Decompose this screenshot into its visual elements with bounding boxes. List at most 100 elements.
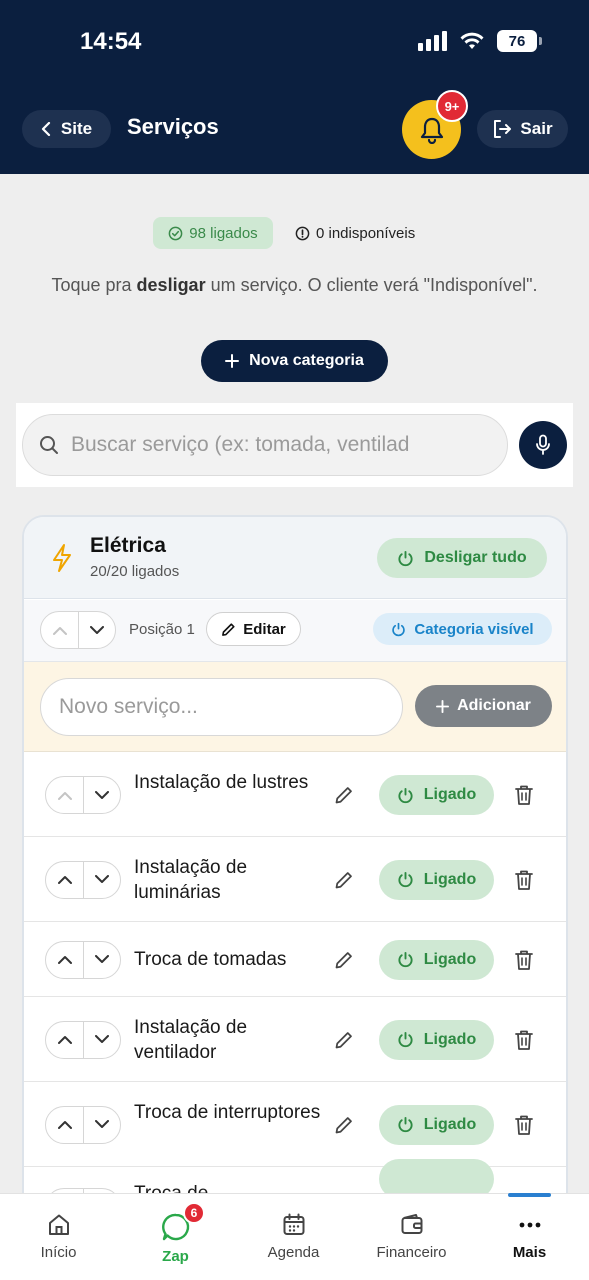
notification-badge: 9+ <box>436 90 468 122</box>
move-up-button[interactable] <box>46 777 83 813</box>
service-order-stepper <box>45 860 121 899</box>
new-category-button[interactable]: Nova categoria <box>201 340 388 382</box>
category-visible-label: Categoria visível <box>414 620 534 638</box>
service-row: Instalação de ventilador Ligado <box>24 997 566 1082</box>
nav-agenda[interactable]: Agenda <box>235 1194 352 1280</box>
category-count: 20/20 ligados <box>90 563 180 580</box>
power-icon <box>392 622 406 636</box>
move-down-button[interactable] <box>83 941 120 978</box>
unavailable-label: 0 indisponíveis <box>316 224 416 242</box>
back-to-site-button[interactable]: Site <box>22 110 111 148</box>
pencil-icon[interactable] <box>334 785 354 805</box>
signal-icon <box>418 31 447 51</box>
service-name: Instalação de ventilador <box>134 1016 248 1063</box>
nav-zap[interactable]: Zap 6 <box>117 1194 234 1280</box>
chevron-down-icon <box>95 875 109 883</box>
pencil-icon[interactable] <box>334 1115 354 1135</box>
plus-icon <box>436 699 450 713</box>
move-up-button[interactable] <box>46 1107 83 1143</box>
service-status-label: Ligado <box>423 950 477 968</box>
trash-icon[interactable] <box>514 784 534 806</box>
instruction-text: Toque pra desligar um serviço. O cliente… <box>40 272 549 299</box>
on-count-label: 98 ligados <box>189 224 258 242</box>
plus-icon <box>225 354 240 368</box>
chevron-down-icon <box>90 625 104 634</box>
service-status-toggle[interactable]: Ligado <box>379 1104 494 1145</box>
chevron-up-icon <box>57 791 72 800</box>
turn-off-all-button[interactable]: Desligar tudo <box>377 538 547 578</box>
service-status-toggle[interactable]: Ligado <box>379 1019 494 1060</box>
nav-label: Início <box>40 1244 77 1261</box>
move-down-button[interactable] <box>83 777 120 813</box>
service-order-stepper <box>45 940 121 979</box>
category-visible-toggle[interactable]: Categoria visível <box>373 613 552 645</box>
category-order-stepper <box>40 611 116 649</box>
move-down-button[interactable] <box>83 1021 120 1058</box>
move-up-button[interactable] <box>41 612 78 648</box>
new-category-label: Nova categoria <box>249 352 364 369</box>
service-order-stepper <box>45 776 121 814</box>
chevron-up-icon <box>57 876 72 884</box>
chevron-up-icon <box>57 1036 72 1044</box>
service-row: Instalação de lustres Ligado <box>24 753 566 837</box>
chevron-up-icon <box>57 956 72 964</box>
service-row: Troca de tomadas Ligado <box>24 922 566 997</box>
logout-button[interactable]: Sair <box>477 110 568 148</box>
nav-label: Zap <box>162 1248 189 1265</box>
pencil-icon[interactable] <box>334 950 354 970</box>
power-icon <box>398 1031 413 1048</box>
service-status-label: Ligado <box>423 786 477 803</box>
add-service-row: Adicionar <box>24 662 566 752</box>
service-row: Troca de interruptores Ligado <box>24 1082 566 1167</box>
chevron-down-icon <box>95 790 109 799</box>
service-status-label: Ligado <box>423 870 477 888</box>
voice-search-button[interactable] <box>519 421 567 469</box>
bell-icon <box>420 117 443 144</box>
service-name: Instalação de lustres <box>134 772 309 793</box>
category-title: Elétrica <box>90 534 166 557</box>
power-icon <box>398 1116 413 1133</box>
chevron-down-icon <box>95 1120 109 1128</box>
trash-icon[interactable] <box>514 1114 534 1136</box>
calendar-icon <box>283 1213 304 1235</box>
position-label: Posição 1 <box>129 621 195 638</box>
move-down-button[interactable] <box>83 861 120 898</box>
wallet-icon <box>401 1214 422 1234</box>
move-down-button[interactable] <box>78 612 115 648</box>
add-label: Adicionar <box>457 697 531 714</box>
lightning-icon <box>53 544 71 572</box>
service-name: Instalação de luminárias <box>134 856 248 903</box>
new-service-input[interactable] <box>40 678 403 736</box>
active-tab-indicator <box>508 1193 551 1197</box>
search-field[interactable] <box>22 414 508 476</box>
move-down-button[interactable] <box>83 1106 120 1143</box>
service-status-toggle[interactable]: Ligado <box>379 859 494 900</box>
nav-financeiro[interactable]: Financeiro <box>353 1194 470 1280</box>
pencil-icon[interactable] <box>334 870 354 890</box>
edit-category-button[interactable]: Editar <box>206 612 301 646</box>
service-order-stepper <box>45 1105 121 1144</box>
service-order-stepper <box>45 1020 121 1059</box>
turn-off-all-label: Desligar tudo <box>424 549 527 566</box>
power-icon <box>398 787 413 803</box>
nav-mais[interactable]: Mais <box>471 1194 588 1280</box>
service-row: Instalação de luminárias Ligado <box>24 837 566 922</box>
service-status-toggle[interactable]: Ligado <box>379 775 494 815</box>
move-up-button[interactable] <box>46 942 83 978</box>
unavailable-count: 0 indisponíveis <box>295 217 415 249</box>
page-title: Serviços <box>127 114 219 139</box>
service-status-label: Ligado <box>423 1030 477 1048</box>
hint-part: Toque pra <box>51 275 137 295</box>
trash-icon[interactable] <box>514 1029 534 1051</box>
search-input[interactable] <box>71 433 501 457</box>
top-bar: 14:54 76 Site Serviços 9+ Sair <box>0 0 589 174</box>
service-status-toggle[interactable]: Ligado <box>379 939 494 980</box>
trash-icon[interactable] <box>514 949 534 971</box>
move-up-button[interactable] <box>46 1022 83 1058</box>
pencil-icon[interactable] <box>334 1030 354 1050</box>
trash-icon[interactable] <box>514 869 534 891</box>
add-service-button[interactable]: Adicionar <box>415 685 552 727</box>
move-up-button[interactable] <box>46 862 83 898</box>
nav-inicio[interactable]: Início <box>0 1194 117 1280</box>
logout-icon <box>494 120 512 138</box>
